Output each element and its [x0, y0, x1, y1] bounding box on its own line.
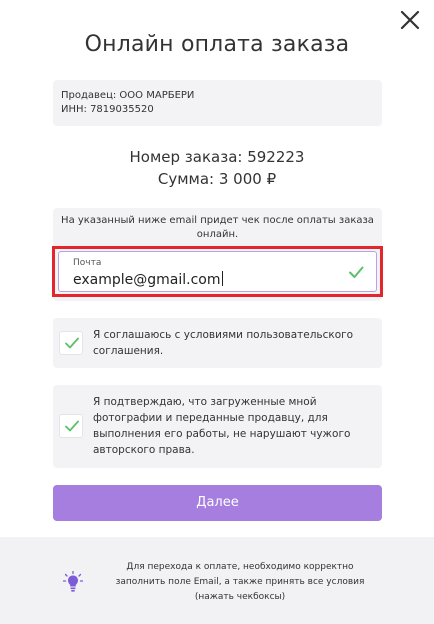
copyright-label: Я подтверждаю, что загруженные мной фото…	[93, 396, 351, 456]
email-input-value: example@gmail.com	[73, 272, 221, 288]
order-summary: Номер заказа: 592223 Сумма: 3 000 ₽	[0, 146, 434, 190]
terms-checkbox[interactable]	[59, 331, 83, 355]
email-input[interactable]: example@gmail.com	[73, 271, 223, 288]
email-field-label: Почта	[73, 258, 102, 268]
page-title: Онлайн оплата заказа	[84, 32, 350, 57]
footer-note: Для перехода к оплате, необходимо коррек…	[0, 537, 434, 624]
lightbulb-icon	[63, 571, 83, 592]
terms-label: Я соглашаюсь с условиями пользовательско…	[93, 329, 354, 357]
agreement-copyright: Я подтверждаю, что загруженные мной фото…	[53, 385, 382, 468]
next-button[interactable]: Далее	[53, 485, 382, 521]
check-icon	[65, 337, 79, 349]
seller-info: Продавец: ООО МАРБЕРИ ИНН: 7819035520	[53, 80, 382, 126]
seller-name: Продавец: ООО МАРБЕРИ	[61, 90, 195, 101]
email-field[interactable]: Почта example@gmail.com	[58, 251, 377, 292]
email-section: На указанный ниже email придет чек после…	[52, 208, 383, 301]
check-icon	[349, 266, 364, 278]
check-icon	[65, 420, 79, 432]
agreement-terms: Я соглашаюсь с условиями пользовательско…	[53, 318, 382, 368]
order-number: Номер заказа: 592223	[129, 148, 305, 166]
text-caret	[221, 271, 223, 286]
seller-inn: ИНН: 7819035520	[61, 104, 154, 115]
copyright-checkbox[interactable]	[59, 414, 83, 438]
footer-text: Для перехода к оплате, необходимо коррек…	[115, 562, 365, 602]
order-sum: Сумма: 3 000 ₽	[157, 170, 277, 188]
email-hint: На указанный ниже email придет чек после…	[61, 215, 374, 240]
close-icon[interactable]	[398, 8, 422, 32]
